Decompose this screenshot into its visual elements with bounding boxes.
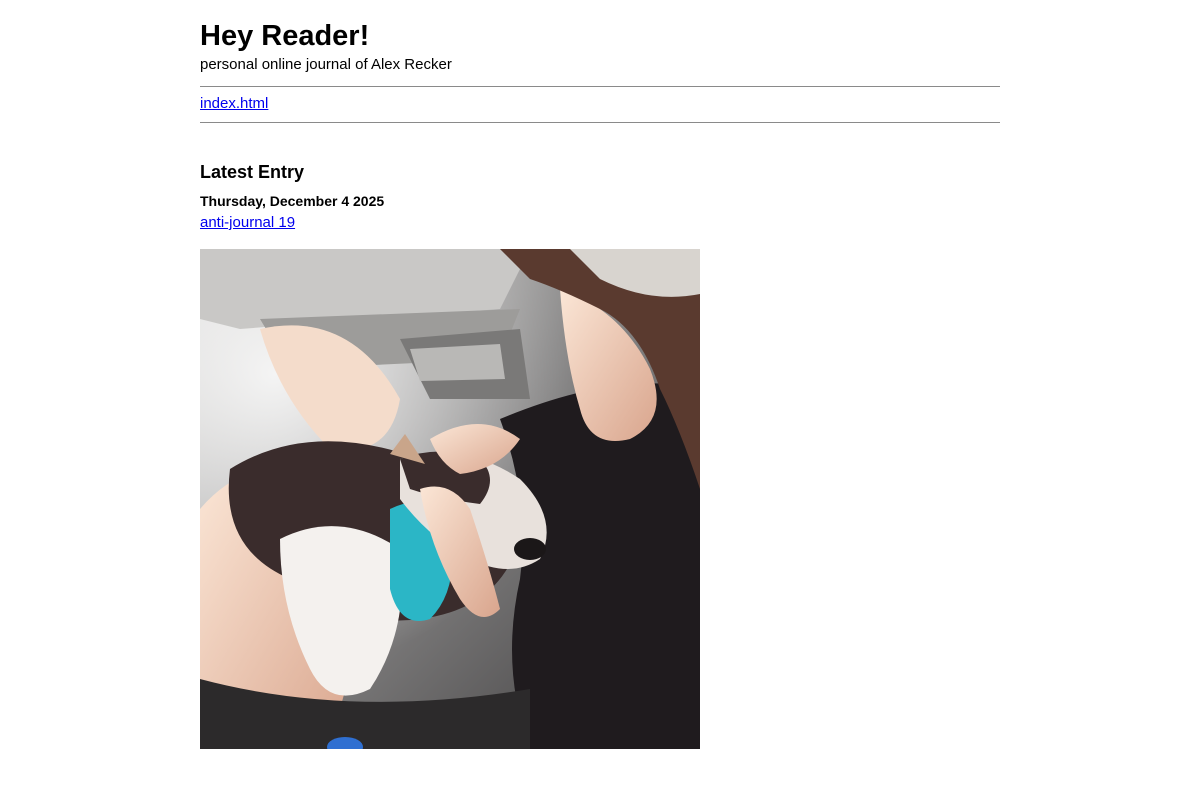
site-subtitle: personal online journal of Alex Recker bbox=[200, 56, 452, 73]
entry-title-link[interactable]: anti-journal 19 bbox=[200, 214, 295, 232]
nav-link-index[interactable]: index.html bbox=[200, 95, 268, 113]
header-divider-bottom bbox=[200, 122, 1000, 123]
puppy-photo-illustration bbox=[200, 249, 700, 749]
header-divider-top bbox=[200, 86, 1000, 87]
entry-date: Thursday, December 4 2025 bbox=[200, 193, 385, 209]
site-title: Hey Reader! bbox=[200, 20, 370, 52]
latest-entry-heading: Latest Entry bbox=[200, 162, 305, 182]
entry-photo bbox=[200, 249, 700, 749]
